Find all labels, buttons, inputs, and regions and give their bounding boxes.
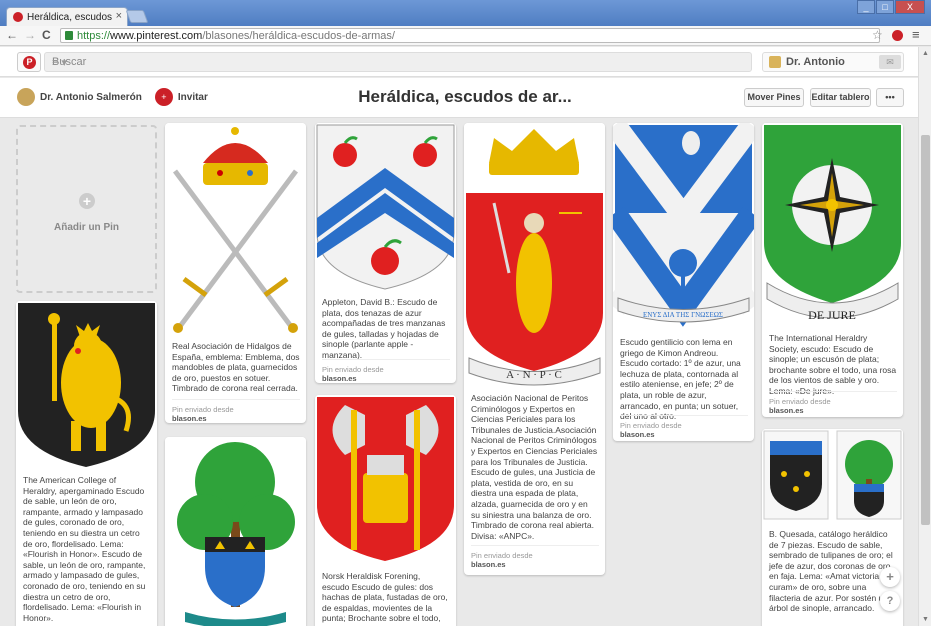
pin-card[interactable]: A · N · P · C Asociación Nacional de Per… (464, 123, 605, 575)
pin-card[interactable]: Norsk Heraldisk Forening, escudo Escudo … (315, 395, 456, 626)
pin-card[interactable]: The American College of Heraldry, aperga… (16, 301, 157, 626)
invite-link[interactable]: Invitar (178, 92, 208, 103)
plus-icon: + (79, 193, 95, 209)
board-header: Dr. Antonio Salmerón + Invitar Heráldica… (0, 78, 918, 118)
pin-image-justice[interactable]: A · N · P · C (464, 123, 605, 387)
browser-tab[interactable]: Heráldica, escudos de × (6, 7, 128, 26)
pin-image-owl-oak[interactable]: ΕΝΥΣ ΔΙΑ ΤΗΣ ΓΝΩΣΕΩΣ (613, 123, 754, 331)
pinterest-extension-icon[interactable] (892, 30, 903, 41)
add-pin-label: Añadir un Pin (54, 222, 119, 233)
url-text: https://www.pinterest.com/blasones/herál… (77, 30, 395, 42)
new-tab-button[interactable] (125, 10, 149, 23)
maximize-button[interactable]: □ (876, 0, 894, 14)
avatar (769, 56, 781, 68)
user-name: Dr. Antonio (786, 56, 845, 68)
scroll-motto-greek: ΕΝΥΣ ΔΙΑ ΤΗΣ ΓΝΩΣΕΩΣ (643, 311, 723, 319)
pin-description: B. Quesada, catálogo heráldico de 7 piez… (769, 529, 893, 614)
pin-image-tree[interactable] (165, 437, 306, 626)
owner-avatar[interactable] (17, 88, 35, 106)
browser-titlebar: Heráldica, escudos de × _ □ X (0, 0, 931, 26)
pin-source: Pin enviado desde blason.es (471, 545, 599, 569)
browser-menu-icon[interactable]: ≡ (912, 27, 920, 42)
edit-board-button[interactable]: Editar tablero (810, 88, 871, 107)
scroll-down-icon[interactable]: ▼ (922, 616, 929, 623)
window-controls: _ □ X (857, 0, 925, 14)
pin-description: Appleton, David B.: Escudo de plata, dos… (322, 297, 446, 360)
pin-source-domain[interactable]: blason.es (471, 560, 599, 569)
pin-card[interactable] (165, 437, 306, 626)
pinterest-favicon-icon (13, 12, 23, 22)
pin-description: The International Heraldry Society, escu… (769, 333, 897, 396)
scrollbar-thumb[interactable] (921, 135, 930, 525)
messages-icon[interactable]: ✉ (879, 55, 901, 69)
pin-grid: + Añadir un Pin The American College of … (0, 119, 918, 626)
minimize-button[interactable]: _ (857, 0, 875, 14)
tab-close-icon[interactable]: × (116, 10, 122, 22)
pin-card[interactable]: Real Asociación de Hidalgos de España, e… (165, 123, 306, 423)
close-window-button[interactable]: X (895, 0, 925, 14)
pin-image-lion[interactable] (16, 301, 157, 469)
forward-icon[interactable]: → (24, 28, 36, 42)
category-menu-icon[interactable]: ≡ ▾ (52, 56, 743, 69)
board-title: Heráldica, escudos de ar... (358, 87, 572, 106)
pin-source: Pin enviado desde blason.es (172, 399, 300, 423)
user-profile-button[interactable]: Dr. Antonio ✉ (762, 52, 904, 72)
page-scrollbar[interactable]: ▲ ▼ (918, 47, 931, 626)
tab-title: Heráldica, escudos de (27, 12, 115, 23)
invite-icon[interactable]: + (154, 88, 173, 106)
pin-card[interactable]: ΕΝΥΣ ΔΙΑ ΤΗΣ ΓΝΩΣΕΩΣ Escudo gentilicio c… (613, 123, 754, 441)
pin-source-domain[interactable]: blason.es (322, 374, 450, 383)
more-options-button[interactable]: ••• (876, 88, 904, 107)
reload-icon[interactable]: C (42, 28, 51, 42)
scroll-motto-anpc: A · N · P · C (506, 369, 562, 381)
pinterest-logo-button[interactable]: P (17, 52, 41, 72)
pin-description: The American College of Heraldry, aperga… (23, 475, 146, 623)
add-pin-button[interactable]: + Añadir un Pin (16, 125, 157, 293)
search-input[interactable]: Buscar ≡ ▾ (44, 52, 752, 72)
board-owner: Dr. Antonio Salmerón + Invitar (17, 88, 208, 106)
pin-image-catalogue[interactable] (762, 429, 903, 521)
pin-image-axes[interactable] (315, 395, 456, 563)
pinterest-logo-icon: P (23, 56, 36, 69)
move-pins-button[interactable]: Mover Pines (744, 88, 804, 107)
pin-source: Pin enviado desde blason.es (769, 391, 897, 415)
scroll-up-icon[interactable]: ▲ (922, 50, 929, 57)
help-button[interactable]: ? (880, 591, 900, 611)
address-bar-row: ← → C https://www.pinterest.com/blasones… (0, 26, 931, 46)
back-icon[interactable]: ← (6, 28, 18, 42)
pin-image-apples[interactable] (315, 123, 456, 291)
pinterest-header: P Buscar ≡ ▾ Dr. Antonio ✉ (0, 47, 918, 77)
pin-source-domain[interactable]: blason.es (769, 406, 897, 415)
pin-source: Pin enviado desde blason.es (322, 359, 450, 383)
pin-card[interactable]: DE JURE The International Heraldry Socie… (762, 123, 903, 417)
pin-description: Escudo gentilicio con lema en griego de … (620, 337, 741, 422)
pin-description: Real Asociación de Hidalgos de España, e… (172, 341, 300, 394)
pin-source-domain[interactable]: blason.es (620, 430, 748, 439)
add-pin-fab-button[interactable]: + (880, 567, 900, 587)
scroll-motto-dejure: DE JURE (808, 308, 856, 322)
owner-name[interactable]: Dr. Antonio Salmerón (40, 92, 142, 103)
url-input[interactable]: https://www.pinterest.com/blasones/herál… (60, 28, 880, 43)
pin-image-compass-rose[interactable]: DE JURE (762, 123, 903, 327)
pin-description: Asociación Nacional de Peritos Criminólo… (471, 393, 598, 541)
pin-source-domain[interactable]: blason.es (172, 414, 300, 423)
pin-card[interactable]: Appleton, David B.: Escudo de plata, dos… (315, 123, 456, 383)
pin-description: Norsk Heraldisk Forening, escudo Escudo … (322, 571, 448, 626)
lock-icon (65, 31, 73, 40)
pin-source: Pin enviado desde blason.es (620, 415, 748, 439)
pin-image-swords[interactable] (165, 123, 306, 333)
bookmark-star-icon[interactable]: ☆ (872, 28, 883, 42)
